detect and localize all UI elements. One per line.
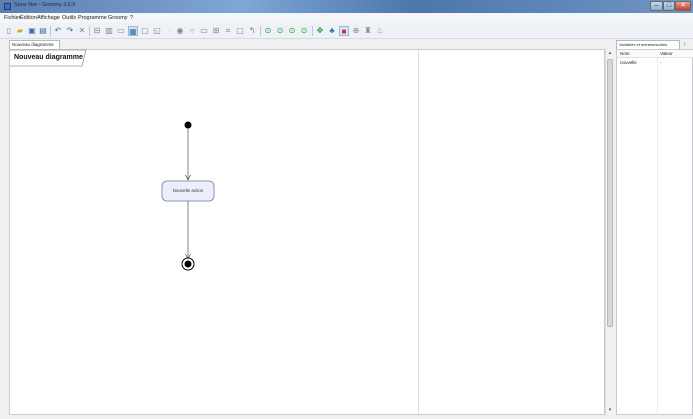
- variable-value: -: [660, 60, 662, 65]
- scroll-up-icon[interactable]: ▴: [607, 50, 613, 56]
- scroll-down-icon[interactable]: ▾: [607, 407, 613, 413]
- table-header: Nom Valeur: [617, 50, 693, 58]
- variables-panel: Variables et entrées/sorties ⟨ Nom Valeu…: [616, 40, 693, 416]
- scroll-thumb[interactable]: [607, 59, 613, 327]
- variable-name: nouvelle: [620, 60, 637, 65]
- diagram-title: Nouveau diagramme: [14, 54, 83, 61]
- tab-variables[interactable]: Variables et entrées/sorties: [616, 40, 680, 49]
- action-label[interactable]: Nouvelle action: [162, 182, 214, 200]
- variables-table: Nom Valeur nouvelle -: [616, 49, 693, 416]
- vertical-scrollbar[interactable]: ▴ ▾: [605, 49, 614, 415]
- diagram-drawing: [10, 49, 215, 271]
- tab-overflow-icon[interactable]: ⟨: [684, 40, 693, 49]
- column-value[interactable]: Valeur: [660, 51, 673, 56]
- initial-node: [184, 121, 192, 129]
- diagram-frame-label: Nouveau diagramme: [10, 50, 86, 66]
- column-name[interactable]: Nom: [620, 51, 630, 56]
